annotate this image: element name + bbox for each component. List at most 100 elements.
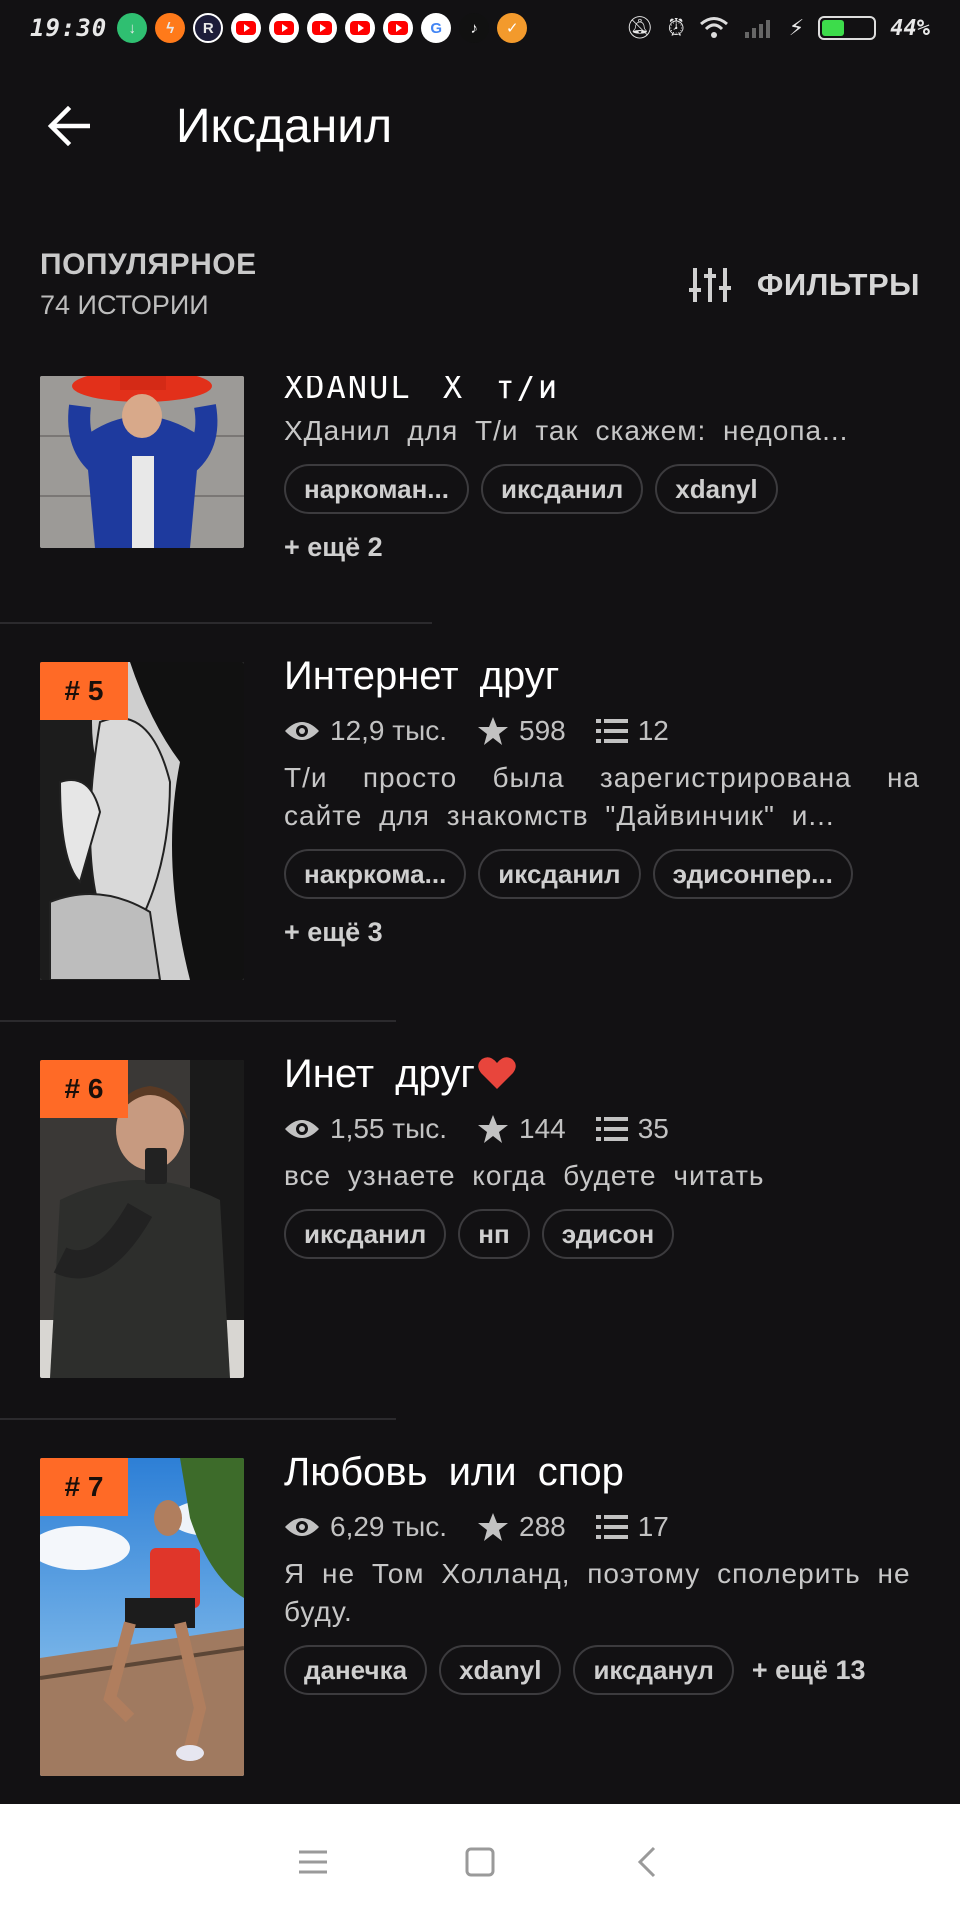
story-count: 74 ИСТОРИИ [40, 290, 209, 320]
story-list[interactable]: XDANUL X т/и ХДанил для Т/и так скажем: … [0, 376, 960, 1804]
story-title[interactable]: Любовь или спор [284, 1450, 920, 1495]
story-cover[interactable]: # 5 [40, 662, 244, 980]
story-card[interactable]: # 7 Любовь или спор 6,29 тыс. 288 17 Я н… [0, 1420, 960, 1804]
arrow-left-icon [47, 106, 90, 146]
story-title[interactable]: Инет друг [284, 1052, 920, 1097]
battery-icon [818, 16, 877, 40]
story-info: XDANUL X т/и ХДанил для Т/и так скажем: … [284, 376, 920, 563]
list-icon [595, 1515, 628, 1539]
youtube-icon [383, 13, 414, 43]
filters-button[interactable]: ФИЛЬТРЫ [688, 266, 920, 304]
story-cover[interactable]: # 6 [40, 1060, 244, 1378]
tag-chip[interactable]: нп [458, 1209, 530, 1259]
cover-image [40, 376, 244, 548]
story-stats: 6,29 тыс. 288 17 [284, 1507, 920, 1547]
story-card[interactable]: # 6 Инет друг 1,55 тыс. 144 35 все узнае… [0, 1022, 960, 1418]
signal-icon [744, 20, 770, 38]
more-tags-link[interactable]: + ещё 13 [752, 1655, 866, 1686]
google-icon: G [421, 13, 452, 43]
story-card[interactable]: XDANUL X т/и ХДанил для Т/и так скажем: … [0, 376, 960, 622]
tag-list: иксданил нп эдисон [284, 1209, 920, 1259]
story-description: Я не Том Холланд, поэтому сполерить не б… [284, 1558, 911, 1627]
story-stats: 1,55 тыс. 144 35 [284, 1109, 920, 1149]
tag-chip[interactable]: иксданил [284, 1209, 447, 1259]
back-triangle-icon [637, 1846, 655, 1878]
eye-icon [285, 1518, 319, 1536]
stars-count: 144 [519, 1113, 566, 1144]
parts-stat: 17 [595, 1511, 669, 1543]
views-count: 6,29 тыс. [330, 1511, 448, 1542]
parts-stat: 35 [595, 1113, 669, 1145]
rank-badge: # 5 [40, 662, 128, 720]
story-cover[interactable]: # 7 [40, 1458, 244, 1776]
section-header: ПОПУЛЯРНОЕ 74 ИСТОРИИ ФИЛЬТРЫ [0, 196, 960, 376]
tag-chip[interactable]: xdanyl [655, 464, 778, 514]
tag-chip[interactable]: данечка [284, 1645, 428, 1695]
story-title[interactable]: XDANUL X т/и [284, 376, 920, 406]
story-card[interactable]: # 5 Интернет друг 12,9 тыс. 598 12 Т/и п… [0, 624, 960, 1020]
story-description: Т/и просто была зарегистрирована на сайт… [284, 762, 920, 831]
views-stat: 12,9 тыс. [284, 715, 447, 747]
parts-count: 35 [637, 1113, 669, 1144]
views-count: 12,9 тыс. [330, 715, 448, 746]
alarm-icon: ⏰︎ [667, 15, 685, 40]
system-nav-bar [0, 1804, 960, 1920]
heart-icon [478, 1057, 516, 1089]
list-icon [595, 719, 628, 743]
sliders-icon [688, 268, 731, 302]
star-icon [478, 1513, 509, 1541]
rank-badge: # 6 [40, 1060, 128, 1118]
home-icon [465, 1847, 495, 1877]
views-stat: 1,55 тыс. [284, 1113, 447, 1145]
tag-chip[interactable]: иксданил [480, 464, 644, 514]
tag-chip[interactable]: xdanyl [439, 1645, 562, 1695]
story-description: ХДанил для Т/и так скажем: недопа... [284, 415, 849, 446]
vpn-app-icon: ✓ [497, 13, 528, 43]
story-description: все узнаете когда будете читать [284, 1160, 765, 1191]
story-info: Инет друг 1,55 тыс. 144 35 все узнаете к… [284, 1052, 920, 1259]
views-stat: 6,29 тыс. [284, 1511, 447, 1543]
notification-icons: ↓ ϟ R G ♪ ✓ [117, 13, 528, 43]
r-app-icon: R [193, 13, 224, 43]
tag-chip[interactable]: накркома... [284, 849, 467, 899]
story-title-text: Инет друг [284, 1052, 475, 1096]
list-icon [595, 1117, 628, 1141]
youtube-icon [269, 13, 300, 43]
youtube-icon [345, 13, 376, 43]
app-bar: Иксданил [0, 56, 960, 196]
section-title: ПОПУЛЯРНОЕ [40, 248, 257, 281]
eye-icon [285, 722, 319, 740]
tag-list: накркома... иксданил эдисонпер... [284, 849, 920, 899]
wifi-icon [699, 17, 728, 38]
more-tags-link[interactable]: + ещё 2 [284, 532, 920, 563]
mute-icon: 🔕︎ [625, 15, 654, 40]
menu-button[interactable] [283, 1832, 343, 1892]
tag-chip[interactable]: эдисонпер... [652, 849, 853, 899]
youtube-icon [307, 13, 338, 43]
story-title[interactable]: Интернет друг [284, 654, 920, 699]
story-info: Любовь или спор 6,29 тыс. 288 17 Я не То… [284, 1450, 920, 1695]
system-back-button[interactable] [617, 1832, 677, 1892]
story-cover[interactable] [40, 376, 244, 548]
tag-chip[interactable]: наркоман... [284, 464, 469, 514]
parts-stat: 12 [595, 715, 669, 747]
download-app-icon: ↓ [117, 13, 148, 43]
tag-chip[interactable]: эдисон [541, 1209, 675, 1259]
home-button[interactable] [450, 1832, 510, 1892]
story-stats: 12,9 тыс. 598 12 [284, 711, 920, 751]
stars-count: 288 [519, 1511, 566, 1542]
views-count: 1,55 тыс. [330, 1113, 448, 1144]
status-time: 19:30 [30, 14, 108, 42]
youtube-icon [231, 13, 262, 43]
back-button[interactable] [28, 86, 108, 166]
stars-stat: 144 [477, 1113, 566, 1145]
messenger-icon: ϟ [155, 13, 186, 43]
parts-count: 17 [637, 1511, 669, 1542]
stars-stat: 598 [477, 715, 566, 747]
star-icon [478, 717, 509, 745]
tag-chip[interactable]: иксданул [573, 1645, 734, 1695]
stars-count: 598 [519, 715, 566, 746]
star-icon [478, 1115, 509, 1143]
tag-chip[interactable]: иксданил [478, 849, 641, 899]
more-tags-link[interactable]: + ещё 3 [284, 917, 920, 948]
